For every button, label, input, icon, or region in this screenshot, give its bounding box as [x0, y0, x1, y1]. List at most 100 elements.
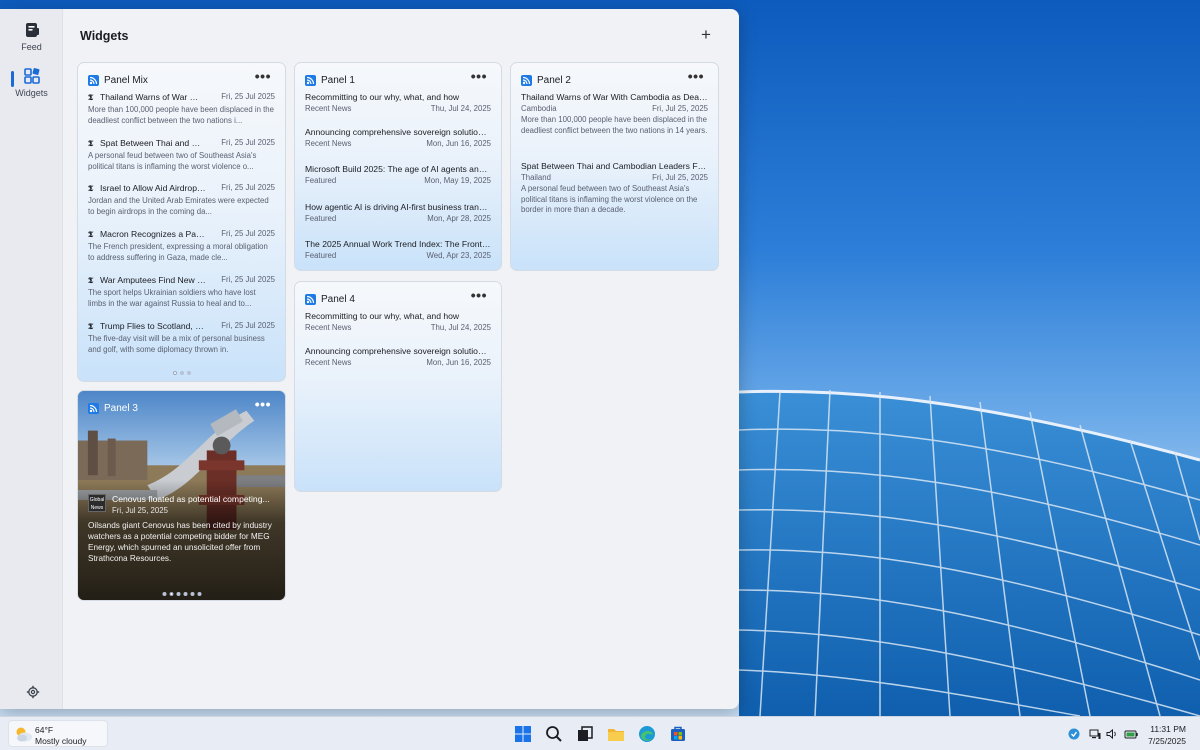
item-description: A personal feud between two of Southeast… — [88, 151, 257, 171]
page-dot[interactable] — [162, 592, 166, 596]
item-title: Israel to Allow Aid Airdrops... — [100, 183, 206, 193]
add-widget-button[interactable]: + — [697, 26, 715, 44]
rail-item-feed[interactable]: Feed — [0, 21, 63, 52]
page-dot[interactable] — [190, 592, 194, 596]
list-item[interactable]: 𝕿 Thailand Warns of War With... Fri, 25 Ju… — [88, 92, 275, 126]
page-indicator — [162, 592, 201, 596]
more-options-button[interactable]: ••• — [471, 68, 487, 84]
battery-icon[interactable] — [1124, 728, 1138, 740]
windows-start-icon[interactable] — [514, 725, 532, 743]
page-dot[interactable] — [183, 592, 187, 596]
clock-time: 11:31 PM — [1150, 724, 1186, 734]
nyt-logo-icon: 𝕿 — [88, 93, 94, 103]
rail-item-widgets[interactable]: Widgets — [0, 67, 63, 98]
panel-title: Panel 1 — [321, 75, 355, 87]
item-title: Thailand Warns of War With... — [100, 92, 206, 102]
page-dot[interactable] — [186, 371, 191, 375]
system-clock[interactable]: 11:31 PM 7/25/2025 — [1148, 723, 1186, 747]
item-date: Fri, 25 Jul 2025 — [221, 92, 275, 101]
list-item[interactable]: 𝕿 Macron Recognizes a Palesti... Fri, 25 J… — [88, 229, 275, 263]
list-item[interactable]: Microsoft Build 2025: The age of AI agen… — [305, 164, 491, 185]
item-category: Recent News — [305, 139, 352, 148]
item-title: Microsoft Build 2025: The age of AI agen… — [305, 164, 491, 174]
nyt-logo-icon: 𝕿 — [88, 230, 94, 240]
taskbar: 64°F Mostly cloudy 11:31 PM 7/25/2025 — [0, 716, 1200, 750]
item-description: Jordan and the United Arab Emirates were… — [88, 196, 269, 216]
article-description: Oilsands giant Cenovus has been cited by… — [88, 521, 272, 563]
panel-2[interactable]: Panel 2 ••• Thailand Warns of War With C… — [510, 62, 719, 271]
widgets-board: Feed Widgets Widgets + Panel Mix ••• 𝕿 T… — [0, 9, 739, 709]
panel-header: Panel 4 ••• — [305, 287, 491, 307]
item-title: Recommitting to our why, what, and how — [305, 92, 460, 102]
list-item[interactable]: The 2025 Annual Work Trend Index: The Fr… — [305, 239, 491, 260]
network-icon[interactable] — [1089, 728, 1101, 740]
feed-icon — [25, 23, 39, 37]
list-item[interactable]: 𝕿 Spat Between Thai and Cam... Fri, 25 Jul… — [88, 138, 275, 172]
edge-icon[interactable] — [638, 725, 656, 743]
list-item[interactable]: 𝕿 War Amputees Find New Pu... Fri, 25 Jul … — [88, 275, 275, 309]
list-item[interactable]: 𝕿 Israel to Allow Aid Airdrops... Fri, 25 … — [88, 183, 275, 217]
item-title: Thailand Warns of War With Cambodia as D… — [521, 92, 708, 102]
item-description: More than 100,000 people have been displ… — [88, 105, 274, 125]
item-description: The sport helps Ukrainian soldiers who h… — [88, 288, 256, 308]
page-dot[interactable] — [176, 592, 180, 596]
list-item[interactable]: 𝕿 Trump Flies to Scotland, Lea... Fri, 25 … — [88, 321, 275, 355]
panel-1[interactable]: Panel 1 ••• Recommitting to our why, wha… — [294, 62, 502, 271]
more-options-button[interactable]: ••• — [255, 68, 271, 84]
featured-article[interactable]: Global News Cenovus floated as potential… — [88, 494, 275, 564]
item-date: Mon, Apr 28, 2025 — [427, 214, 491, 223]
rss-icon — [305, 294, 316, 306]
security-shield-icon[interactable] — [1068, 728, 1080, 740]
panel-title: Panel 2 — [537, 75, 571, 87]
page-dot[interactable] — [179, 371, 184, 375]
item-date: Mon, Jun 16, 2025 — [426, 358, 491, 367]
list-item[interactable]: Announcing comprehensive sovereign solut… — [305, 127, 491, 148]
item-category: Thailand — [521, 173, 551, 182]
item-description: The French president, expressing a moral… — [88, 242, 268, 262]
page-dot[interactable] — [169, 592, 173, 596]
partly-cloudy-icon — [16, 727, 32, 742]
item-title: Macron Recognizes a Palesti... — [100, 229, 206, 239]
item-title: Trump Flies to Scotland, Lea... — [100, 321, 206, 331]
volume-icon[interactable] — [1106, 728, 1118, 740]
list-item[interactable]: Recommitting to our why, what, and how R… — [305, 311, 491, 332]
page-title: Widgets — [80, 29, 129, 43]
item-category: Featured — [305, 176, 337, 185]
list-item[interactable]: How agentic AI is driving AI-first busin… — [305, 202, 491, 223]
list-item[interactable]: Announcing comprehensive sovereign solut… — [305, 346, 491, 367]
list-item[interactable]: Spat Between Thai and Cambodian Leaders … — [521, 161, 708, 216]
panel-title: Panel 3 — [104, 403, 138, 415]
panel-header: Panel 2 ••• — [521, 68, 708, 88]
item-title: Recommitting to our why, what, and how — [305, 311, 460, 321]
item-category: Cambodia — [521, 104, 557, 113]
gear-icon[interactable] — [26, 685, 40, 699]
weather-widget[interactable]: 64°F Mostly cloudy — [8, 720, 108, 747]
more-options-button[interactable]: ••• — [255, 396, 271, 412]
item-date: Thu, Jul 24, 2025 — [430, 104, 491, 113]
task-view-icon[interactable] — [576, 725, 594, 743]
page-dot[interactable] — [197, 592, 201, 596]
nyt-logo-icon: 𝕿 — [88, 184, 94, 194]
item-description: The five-day visit will be a mix of pers… — [88, 334, 265, 354]
panel-3[interactable]: Panel 3 ••• Global News Cenovus floated … — [77, 390, 286, 601]
item-title: Announcing comprehensive sovereign solut… — [305, 127, 491, 137]
page-dot[interactable] — [172, 371, 177, 375]
weather-condition: Mostly cloudy — [35, 736, 87, 746]
rss-icon — [88, 403, 99, 415]
panel-4[interactable]: Panel 4 ••• Recommitting to our why, wha… — [294, 281, 502, 492]
list-item[interactable]: Thailand Warns of War With Cambodia as D… — [521, 92, 708, 136]
file-explorer-icon[interactable] — [607, 725, 625, 743]
article-date: Fri, Jul 25, 2025 — [112, 506, 168, 515]
panel-mix[interactable]: Panel Mix ••• 𝕿 Thailand Warns of War Wit… — [77, 62, 286, 382]
store-icon[interactable] — [669, 725, 687, 743]
item-title: The 2025 Annual Work Trend Index: The Fr… — [305, 239, 491, 249]
item-date: Fri, 25 Jul 2025 — [221, 229, 275, 238]
more-options-button[interactable]: ••• — [688, 68, 704, 84]
panel-title: Panel 4 — [321, 294, 355, 306]
more-options-button[interactable]: ••• — [471, 287, 487, 303]
search-icon[interactable] — [545, 725, 563, 743]
nyt-logo-icon: 𝕿 — [88, 322, 94, 332]
list-item[interactable]: Recommitting to our why, what, and how R… — [305, 92, 491, 113]
widgets-icon — [23, 68, 40, 84]
item-description: A personal feud between two of Southeast… — [521, 184, 698, 214]
